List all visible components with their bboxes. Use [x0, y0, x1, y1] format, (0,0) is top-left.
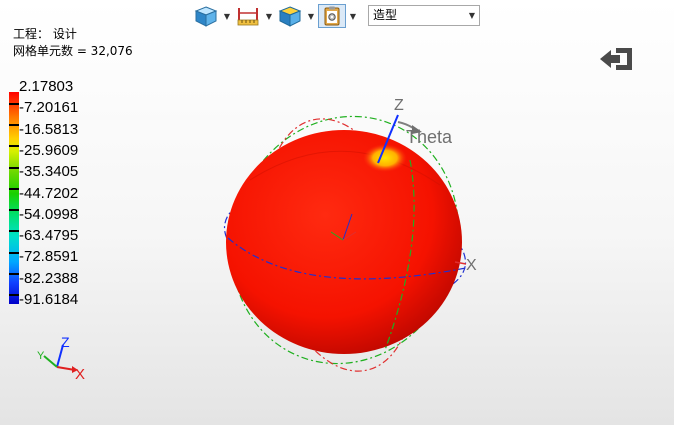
triad-y-label: Y: [37, 350, 45, 362]
x-axis-label: X: [466, 257, 477, 274]
triad-y-axis: [43, 355, 58, 368]
orientation-triad: Z X Y: [37, 334, 85, 383]
z-axis-label: Z: [394, 97, 404, 114]
radiation-pattern-sphere: [226, 130, 462, 354]
3d-viewport[interactable]: Z Theta X Z X Y: [0, 0, 674, 425]
triad-x-label: X: [75, 366, 85, 383]
theta-label: Theta: [406, 127, 453, 147]
triad-z-label: Z: [61, 334, 70, 350]
